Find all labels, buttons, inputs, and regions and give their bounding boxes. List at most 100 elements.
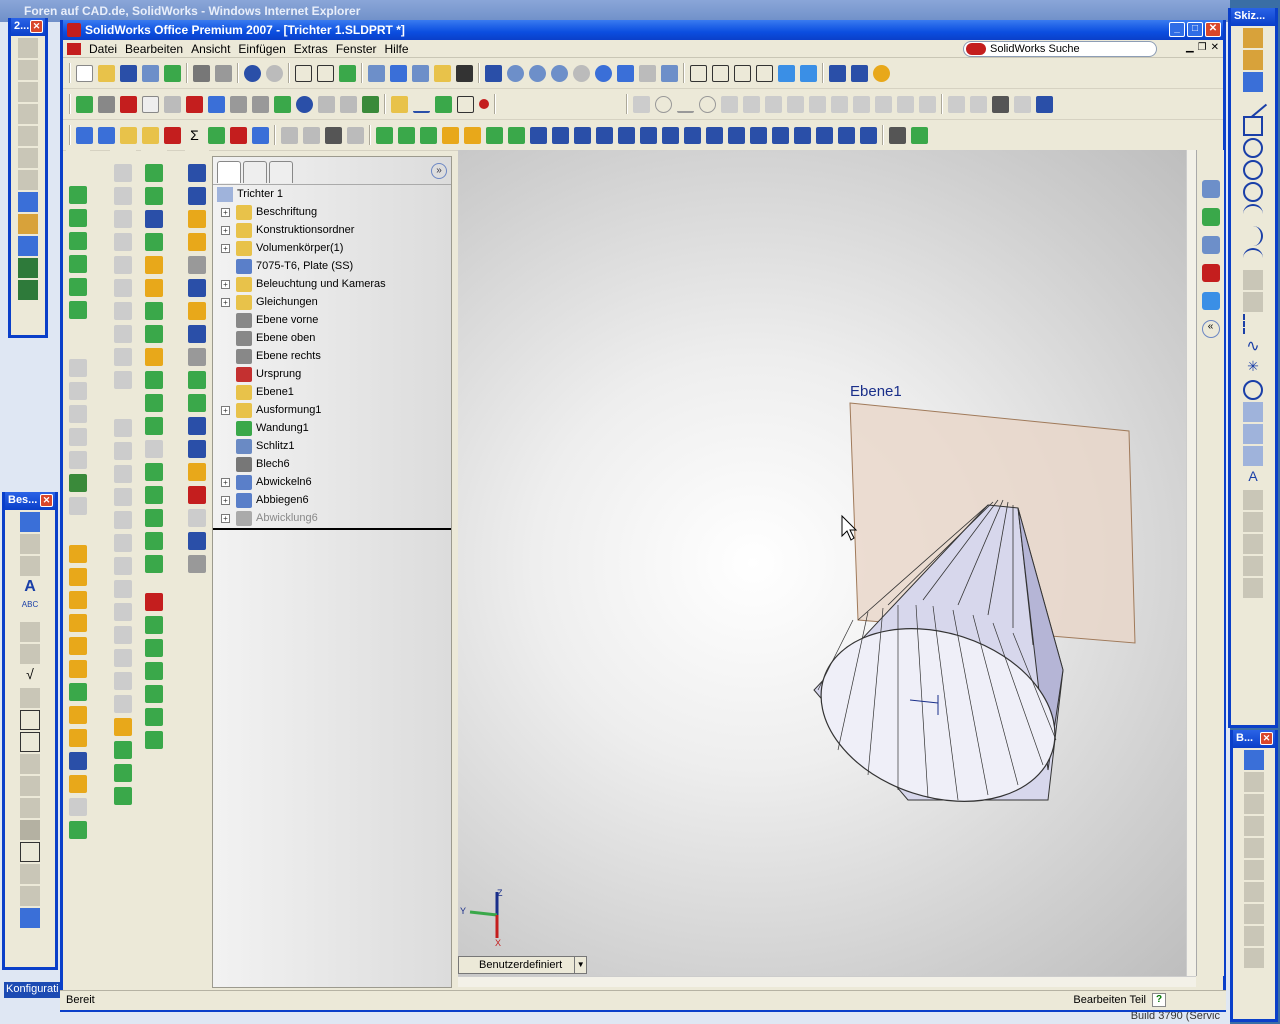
macro-tool-icon[interactable] <box>274 95 291 113</box>
flatten-icon[interactable] <box>684 126 701 144</box>
horizontal-scrollbar[interactable] <box>458 976 1196 987</box>
chamfer-dimension-icon[interactable] <box>1244 860 1264 880</box>
unfold-icon[interactable] <box>640 126 657 144</box>
file-explorer-icon[interactable] <box>1201 292 1220 310</box>
centerline-icon[interactable] <box>20 886 40 906</box>
extruded-cut-icon[interactable] <box>772 126 789 144</box>
floating-toolbar-title[interactable]: Bes... ✕ <box>5 492 55 510</box>
datum-target-icon[interactable] <box>20 754 40 774</box>
menu-datei[interactable]: Datei <box>85 42 121 56</box>
sketch-move-icon[interactable] <box>853 95 870 113</box>
rip-icon[interactable] <box>750 126 767 144</box>
surface-tool-icon[interactable] <box>114 348 132 366</box>
sketch-offset-icon[interactable] <box>809 95 826 113</box>
note-icon[interactable]: A <box>20 578 40 598</box>
annotation-tool-icon[interactable] <box>20 622 40 642</box>
base-flange-icon[interactable] <box>376 126 393 144</box>
sketch-point-icon[interactable] <box>435 95 452 113</box>
weld-symbol-icon[interactable] <box>20 688 40 708</box>
previous-view-icon[interactable] <box>485 64 502 82</box>
edit-macro-icon[interactable] <box>164 95 181 113</box>
tree-item[interactable]: + Ausformung1 <box>213 401 451 419</box>
mold-tool-icon[interactable] <box>114 465 132 483</box>
shaded-icon[interactable] <box>778 64 795 82</box>
tool-icon[interactable] <box>188 210 206 228</box>
record-icon[interactable] <box>479 99 489 109</box>
feature-tool-icon[interactable] <box>18 170 38 190</box>
mold-tool-icon[interactable] <box>114 442 132 460</box>
view-orientation-icon[interactable] <box>661 64 678 82</box>
roll-view-icon[interactable] <box>639 64 656 82</box>
configuration-tab[interactable]: Benutzerdefiniert ▼ <box>458 956 588 974</box>
tree-item[interactable]: Ebene vorne <box>213 311 451 329</box>
menu-fenster[interactable]: Fenster <box>332 42 381 56</box>
surface-tool-icon[interactable] <box>114 187 132 205</box>
relation-icon[interactable] <box>1243 490 1263 510</box>
mold-tool-icon[interactable] <box>114 672 132 690</box>
tool-icon[interactable] <box>188 302 206 320</box>
surface-tool-icon[interactable] <box>114 256 132 274</box>
filter-icon[interactable] <box>281 126 298 144</box>
close-button[interactable]: ✕ <box>1205 22 1221 37</box>
minimize-button[interactable]: _ <box>1169 22 1185 37</box>
revision-symbol-icon[interactable] <box>20 798 40 818</box>
mold-tool-icon[interactable] <box>114 419 132 437</box>
spell-check-icon[interactable] <box>76 126 93 144</box>
surface-tool-icon[interactable] <box>114 371 132 389</box>
solid-tool-icon[interactable] <box>145 440 163 458</box>
tool-icon[interactable] <box>188 256 206 274</box>
smart-dimension-icon[interactable] <box>1244 750 1264 770</box>
chevron-down-icon[interactable]: ▼ <box>574 957 586 973</box>
ordinate-dimension-icon[interactable] <box>1244 838 1264 858</box>
instant-3d-icon[interactable] <box>145 616 163 634</box>
plane-label[interactable]: Ebene1 <box>850 383 902 400</box>
measure-icon[interactable] <box>98 126 115 144</box>
spell-check-icon[interactable]: ABC <box>20 600 40 620</box>
line-icon[interactable] <box>1238 89 1268 119</box>
mass-properties-icon[interactable] <box>120 126 137 144</box>
floating-toolbar-sketch[interactable]: Skiz... ∿ ✳ A <box>1228 8 1278 728</box>
expand-icon[interactable]: + <box>221 495 230 505</box>
arc-icon[interactable] <box>1243 204 1263 224</box>
tab-property-manager[interactable] <box>243 161 267 183</box>
tree-item[interactable]: 7075-T6, Plate (SS) <box>213 257 451 275</box>
curve-icon[interactable] <box>69 821 87 839</box>
sketch-extend-icon[interactable] <box>743 95 760 113</box>
feature-tool-icon[interactable] <box>69 451 87 469</box>
reference-geometry-icon[interactable] <box>114 787 132 805</box>
circular-pattern-icon[interactable] <box>1243 424 1263 444</box>
convert-to-sheet-metal-icon[interactable] <box>398 126 415 144</box>
insert-bends-icon[interactable] <box>728 126 745 144</box>
appearance-icon[interactable] <box>873 64 890 82</box>
dome-icon[interactable] <box>69 660 87 678</box>
menu-bearbeiten[interactable]: Bearbeiten <box>121 42 187 56</box>
tool-icon[interactable] <box>188 348 206 366</box>
hem-icon[interactable] <box>486 126 503 144</box>
menu-extras[interactable]: Extras <box>290 42 332 56</box>
macro-tool-icon[interactable] <box>208 95 225 113</box>
pattern-icon[interactable] <box>145 532 163 550</box>
surface-finish-icon[interactable]: √ <box>20 666 40 686</box>
perimeter-circle-icon[interactable] <box>1243 182 1263 202</box>
floating-toolbar-title[interactable]: B... ✕ <box>1233 730 1275 748</box>
line-icon[interactable] <box>413 96 430 113</box>
zoom-to-selection-icon[interactable] <box>573 64 590 82</box>
circle-icon[interactable] <box>1243 160 1263 180</box>
expand-icon[interactable]: + <box>221 207 230 217</box>
three-point-arc-icon[interactable] <box>1243 248 1263 268</box>
feature-tool-icon[interactable] <box>18 82 38 102</box>
taskbar-item-configuration[interactable]: Konfigurati <box>4 982 60 998</box>
layer-icon[interactable] <box>948 95 965 113</box>
tool-icon[interactable] <box>188 233 206 251</box>
floating-toolbar-dimensions[interactable]: B... ✕ <box>1230 730 1278 1022</box>
section-view-icon[interactable] <box>829 64 846 82</box>
pattern-icon[interactable] <box>145 463 163 481</box>
document-close-icon[interactable]: ✕ <box>1211 42 1219 53</box>
tree-root[interactable]: Trichter 1 <box>213 185 451 203</box>
open-file-icon[interactable] <box>98 64 115 82</box>
tool-icon[interactable] <box>188 279 206 297</box>
filter-icon[interactable] <box>325 126 342 144</box>
sketch-chamfer-icon[interactable] <box>787 95 804 113</box>
close-icon[interactable]: ✕ <box>40 494 53 507</box>
solid-tool-icon[interactable] <box>145 302 163 320</box>
